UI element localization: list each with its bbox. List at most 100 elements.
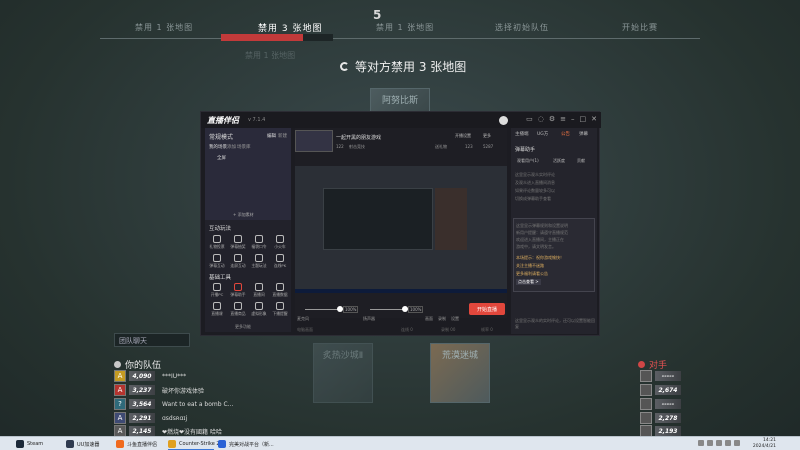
tool-danmu[interactable]: 弹幕互动 bbox=[207, 254, 227, 269]
tool-class[interactable]: 直播课 bbox=[207, 302, 227, 317]
taskbar-label: Steam bbox=[27, 441, 44, 447]
team-player[interactable]: A 4,090 ***IU*** bbox=[114, 370, 186, 382]
tool-avatar[interactable]: 虚拟形象 bbox=[249, 302, 269, 317]
notice-line: 游戏中，请文明发言。 bbox=[516, 244, 556, 249]
tool-danmu-helper[interactable]: 弹幕助手 bbox=[228, 283, 248, 298]
bottom-hint: 这里显示观众的实时评论，还可以设置智能回复 bbox=[515, 318, 595, 329]
scene-edit-link[interactable]: 编辑 bbox=[267, 133, 276, 139]
stream-title[interactable]: 一起开黑的朋友游戏 bbox=[336, 134, 381, 141]
taskbar-uu[interactable]: UU加速器 bbox=[66, 439, 99, 449]
speaker-slider[interactable] bbox=[370, 309, 406, 310]
gift-stat: 送礼物 bbox=[435, 144, 447, 149]
taskbar-steam[interactable]: Steam bbox=[16, 439, 43, 449]
taskbar-label: 完美对战平台（新... bbox=[229, 441, 274, 448]
taskbar-cs2[interactable]: Counter-Strike 2 bbox=[168, 439, 220, 449]
team-player[interactable]: A 3,237 破坏你游戏体验 bbox=[114, 384, 204, 396]
view-more-link[interactable]: 点击查看 > bbox=[516, 279, 541, 285]
player-avatar: A bbox=[114, 384, 126, 396]
enemy-avatar bbox=[640, 412, 652, 424]
player-rank: 3,237 bbox=[129, 385, 155, 395]
stage-ban-1: 禁用 1 张地图 bbox=[135, 23, 194, 32]
tool-theme[interactable]: 主题玩法 bbox=[249, 254, 269, 269]
enemy-player[interactable]: 2,674 bbox=[640, 384, 681, 396]
tray-icon[interactable] bbox=[716, 440, 722, 446]
tool-link-screen[interactable]: 连屏互动 bbox=[228, 254, 248, 269]
enemy-rank: 2,278 bbox=[655, 413, 681, 423]
scene-tab-add[interactable]: 添加 bbox=[227, 144, 236, 150]
pk-icon bbox=[276, 254, 284, 262]
scene-tab-library[interactable]: 场景库 bbox=[237, 144, 251, 150]
tool-gift-vote[interactable]: 礼物投票 bbox=[207, 235, 227, 250]
sub-tab-viewers[interactable]: 观看用户(1) bbox=[517, 158, 539, 164]
stream-cover-thumbnail[interactable] bbox=[295, 130, 333, 152]
tray-icon[interactable] bbox=[698, 440, 704, 446]
add-material-button[interactable]: + 添加素材 bbox=[233, 212, 254, 218]
enemy-avatar bbox=[640, 384, 652, 396]
tab-notice[interactable]: 公告 bbox=[561, 131, 570, 137]
sub-tab-contribution[interactable]: 贡献 bbox=[577, 158, 585, 164]
tool-label: 弹幕助手 bbox=[230, 292, 246, 297]
tray-icon[interactable] bbox=[725, 440, 731, 446]
maximize-icon[interactable]: □ bbox=[580, 115, 587, 123]
map-tile-dust2[interactable]: 炙热沙城Ⅱ bbox=[313, 343, 373, 403]
stage-progress: 5 禁用 1 张地图 禁用 3 张地图 禁用 1 张地图 选择初始队伍 开始比赛… bbox=[100, 8, 700, 60]
tab-ug[interactable]: UG方 bbox=[537, 131, 548, 137]
team-player[interactable]: A 2,291 ɑsdsʀɑɪj bbox=[114, 412, 187, 424]
scene-button[interactable]: 画面 bbox=[425, 316, 433, 322]
scene-title[interactable]: 常规模式 bbox=[209, 132, 233, 141]
settings-button[interactable]: 设置 bbox=[451, 316, 459, 322]
taskbar-douyu[interactable]: 斗鱼直播伴侣 bbox=[116, 439, 157, 449]
scene-new-link[interactable]: 新建 bbox=[278, 133, 287, 139]
more-link[interactable]: 更多 bbox=[483, 133, 491, 139]
taskbar-perfect[interactable]: 完美对战平台（新... bbox=[218, 439, 274, 449]
scene-tab-mine[interactable]: 我的场景 bbox=[209, 144, 227, 150]
message-icon[interactable]: ▭ bbox=[526, 115, 533, 123]
map-tile-mirage[interactable]: 荒漠迷城 bbox=[430, 343, 490, 403]
tray-icon[interactable] bbox=[707, 440, 713, 446]
more-features-link[interactable]: 更多功能 bbox=[235, 324, 251, 330]
class-icon bbox=[213, 302, 221, 310]
start-live-button[interactable]: 开始直播 bbox=[469, 303, 505, 315]
headset-icon[interactable]: ◌ bbox=[538, 115, 544, 123]
tool-data[interactable]: 直播数据 bbox=[270, 283, 290, 298]
tool-lucky-bag[interactable]: 福袋口令 bbox=[249, 235, 269, 250]
tray-icon[interactable] bbox=[734, 440, 740, 446]
lottery-icon bbox=[234, 235, 242, 243]
enemy-player[interactable]: ----- bbox=[640, 370, 681, 382]
record-button[interactable]: 录制 bbox=[438, 316, 446, 322]
tool-pc-live[interactable]: 开播PC bbox=[207, 283, 227, 298]
pc-icon bbox=[213, 283, 221, 291]
tool-train[interactable]: 小火车 bbox=[270, 235, 290, 250]
tool-pk[interactable]: 连线PK bbox=[270, 254, 290, 269]
settings-icon[interactable]: ⚙ bbox=[549, 115, 555, 123]
enemy-player[interactable]: ----- bbox=[640, 398, 681, 410]
team-chat-input[interactable]: 团队聊天 bbox=[114, 333, 190, 347]
footer-fps: 帧率 0 bbox=[481, 327, 493, 332]
speaker-volume: 100% bbox=[408, 306, 424, 313]
enemy-rank: ----- bbox=[655, 399, 681, 409]
stream-preview-screen[interactable] bbox=[295, 166, 507, 293]
tab-host[interactable]: 主播端 bbox=[515, 131, 529, 137]
taskbar-clock[interactable]: 14:21 2024/4/21 bbox=[753, 438, 776, 450]
minimize-icon[interactable]: – bbox=[571, 115, 575, 123]
mic-slider[interactable] bbox=[305, 309, 341, 310]
streaming-app-window[interactable]: 直播伴侣 v 7.1.4 ▭ ◌ ⚙ ≡ – □ ✕ 常规模式 编辑 新建 我的… bbox=[200, 111, 601, 336]
tool-room[interactable]: 直播间 bbox=[249, 283, 269, 298]
scene-item-fullscreen[interactable]: 全屏 bbox=[217, 155, 226, 161]
tab-danmu[interactable]: 弹幕 bbox=[579, 131, 588, 137]
tool-goods[interactable]: 直播商品 bbox=[228, 302, 248, 317]
taskbar-label: UU加速器 bbox=[77, 441, 100, 448]
tool-label: 弹幕抽奖 bbox=[230, 244, 246, 249]
team-player[interactable]: ? 3,564 Want to eat a bomb C... bbox=[114, 398, 233, 410]
stream-tag-category[interactable]: 射击竞技 bbox=[349, 144, 365, 150]
close-icon[interactable]: ✕ bbox=[591, 115, 597, 123]
user-avatar[interactable] bbox=[499, 116, 508, 125]
stream-settings-link[interactable]: 开播设置 bbox=[455, 133, 471, 139]
menu-icon[interactable]: ≡ bbox=[560, 115, 566, 123]
sub-tab-activity[interactable]: 活跃度 bbox=[553, 158, 565, 164]
right-panel-tabs: 主播端 UG方 公告 弹幕 bbox=[511, 128, 597, 138]
tool-lottery[interactable]: 弹幕抽奖 bbox=[228, 235, 248, 250]
enemy-player[interactable]: 2,278 bbox=[640, 412, 681, 424]
tool-label: 直播间 bbox=[253, 292, 265, 297]
tool-reminder[interactable]: 下播提醒 bbox=[270, 302, 290, 317]
